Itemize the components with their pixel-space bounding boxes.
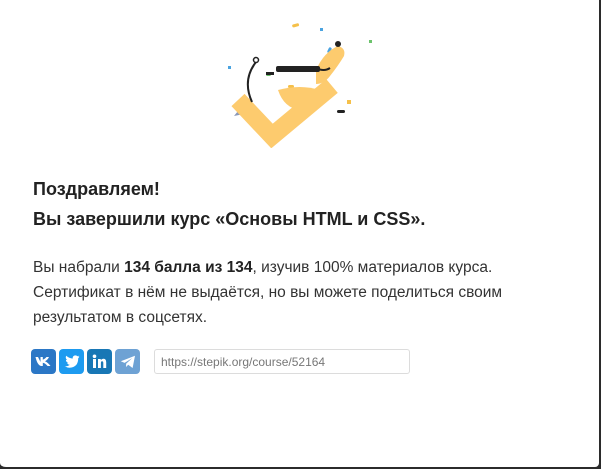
congrats-title: Поздравляем!	[33, 179, 160, 199]
share-row	[31, 349, 410, 374]
share-note: результатом в соцсетях.	[33, 309, 208, 326]
linkedin-icon	[92, 354, 107, 368]
share-vk-button[interactable]	[31, 349, 56, 374]
course-url-field[interactable]	[154, 349, 410, 374]
course-complete-dialog: Поздравляем! Вы завершили курс «Основы H…	[0, 0, 601, 469]
vk-icon	[35, 357, 51, 366]
score-suffix: , изучив 100% материалов курса.	[252, 259, 493, 276]
score-value: 134 балла из 134	[124, 259, 253, 276]
twitter-icon	[64, 355, 79, 368]
certificate-note: Сертификат в нём не выдаётся, но вы може…	[33, 284, 503, 301]
share-telegram-button[interactable]	[115, 349, 140, 374]
result-message: Вы набрали 134 балла из 134, изучив 100%…	[33, 255, 553, 330]
success-checkmark-dog-illustration	[228, 23, 372, 148]
share-linkedin-button[interactable]	[87, 349, 112, 374]
course-completed-title: Вы завершили курс «Основы HTML и CSS».	[33, 209, 426, 229]
share-twitter-button[interactable]	[59, 349, 84, 374]
score-prefix: Вы набрали	[33, 259, 125, 276]
telegram-icon	[120, 355, 135, 368]
congrats-heading: Поздравляем! Вы завершили курс «Основы H…	[33, 174, 425, 234]
